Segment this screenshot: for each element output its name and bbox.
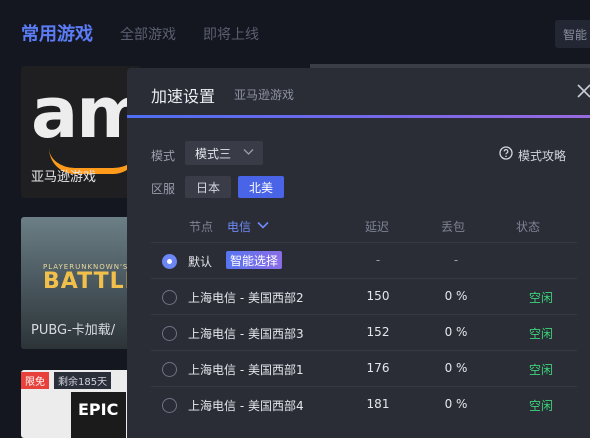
mode-label: 模式 bbox=[151, 149, 176, 163]
radio-unselected[interactable] bbox=[162, 326, 177, 341]
column-header-latency: 延迟 bbox=[365, 220, 390, 234]
mode-dropdown-value: 模式三 bbox=[195, 147, 232, 161]
node-name: 上海电信 - 美国西部1 bbox=[188, 363, 304, 377]
radio-unselected[interactable] bbox=[162, 290, 177, 305]
column-header-node: 节点 bbox=[189, 220, 214, 234]
node-row[interactable]: 上海电信 - 美国西部1 176 0 % 空闲 bbox=[151, 350, 577, 386]
region-button-japan[interactable]: 日本 bbox=[185, 176, 231, 198]
node-latency: 150 bbox=[366, 289, 390, 303]
accelerate-settings-dialog: 加速设置 亚马逊游戏 模式 模式三 模式攻略 区服 日本 北美 节点 电信 延迟… bbox=[127, 68, 590, 438]
close-icon[interactable] bbox=[573, 80, 590, 102]
radio-unselected[interactable] bbox=[162, 398, 177, 413]
dialog-subtitle: 亚马逊游戏 bbox=[234, 88, 295, 102]
help-circle-icon[interactable] bbox=[499, 146, 513, 160]
amazon-logo: am bbox=[31, 72, 141, 154]
node-latency: 181 bbox=[366, 397, 390, 411]
node-packet-loss: - bbox=[453, 253, 459, 267]
node-row-default[interactable]: 默认 智能选择 - - bbox=[151, 242, 577, 278]
game-card-title: PUBG-卡加载/ bbox=[31, 323, 116, 338]
column-header-status: 状态 bbox=[516, 220, 541, 234]
smart-select-badge: 智能选择 bbox=[226, 251, 283, 269]
node-status: 空闲 bbox=[528, 327, 553, 341]
node-name: 上海电信 - 美国西部2 bbox=[188, 291, 304, 305]
days-remaining-badge: 剩余185天 bbox=[54, 372, 112, 389]
dialog-title: 加速设置 bbox=[151, 87, 216, 106]
node-row[interactable]: 上海电信 - 美国西部3 152 0 % 空闲 bbox=[151, 314, 577, 350]
node-name: 默认 bbox=[188, 255, 213, 269]
epic-logo: EPIC bbox=[71, 392, 126, 438]
node-status: 空闲 bbox=[528, 363, 553, 377]
game-card-epic[interactable]: 限免 剩余185天 EPIC bbox=[21, 370, 141, 438]
isp-filter-dropdown[interactable]: 电信 bbox=[227, 218, 251, 235]
region-label: 区服 bbox=[151, 182, 176, 196]
game-card-amazon[interactable]: am 亚马逊游戏 bbox=[21, 66, 141, 198]
node-status: 空闲 bbox=[528, 291, 553, 305]
node-name: 上海电信 - 美国西部3 bbox=[188, 327, 304, 341]
node-latency: 152 bbox=[366, 325, 390, 339]
column-header-packet-loss: 丢包 bbox=[441, 220, 466, 234]
node-packet-loss: 0 % bbox=[444, 397, 468, 411]
node-latency: - bbox=[375, 253, 381, 267]
game-card-pubg[interactable]: PLAYERUNKNOWN'S BATTLEGRO PUBG-卡加载/ bbox=[21, 217, 141, 349]
accent-divider bbox=[127, 115, 590, 118]
tab-common-games[interactable]: 常用游戏 bbox=[21, 20, 93, 46]
node-packet-loss: 0 % bbox=[444, 289, 468, 303]
radio-unselected[interactable] bbox=[162, 362, 177, 377]
node-packet-loss: 0 % bbox=[444, 361, 468, 375]
game-card-title: 亚马逊游戏 bbox=[31, 170, 97, 185]
smart-mode-button[interactable]: 智能 bbox=[555, 20, 590, 48]
node-packet-loss: 0 % bbox=[444, 325, 468, 339]
node-row[interactable]: 上海电信 - 美国西部2 150 0 % 空闲 bbox=[151, 278, 577, 314]
node-latency: 176 bbox=[366, 361, 390, 375]
node-name: 上海电信 - 美国西部4 bbox=[188, 399, 304, 413]
region-button-north-america[interactable]: 北美 bbox=[238, 176, 284, 198]
node-row[interactable]: 上海电信 - 美国西部4 181 0 % 空闲 bbox=[151, 386, 577, 422]
radio-selected[interactable] bbox=[162, 254, 177, 269]
node-status: 空闲 bbox=[528, 399, 553, 413]
chevron-down-icon bbox=[243, 149, 254, 155]
top-nav: 常用游戏 全部游戏 即将上线 智能 bbox=[0, 0, 590, 64]
tab-upcoming[interactable]: 即将上线 bbox=[203, 24, 259, 44]
free-tag-badge: 限免 bbox=[21, 372, 49, 389]
chevron-down-icon[interactable] bbox=[257, 221, 269, 229]
mode-dropdown[interactable]: 模式三 bbox=[185, 141, 263, 165]
tab-all-games[interactable]: 全部游戏 bbox=[120, 24, 176, 44]
mode-guide-link[interactable]: 模式攻略 bbox=[518, 147, 566, 164]
dialog-header: 加速设置 亚马逊游戏 bbox=[127, 68, 590, 116]
